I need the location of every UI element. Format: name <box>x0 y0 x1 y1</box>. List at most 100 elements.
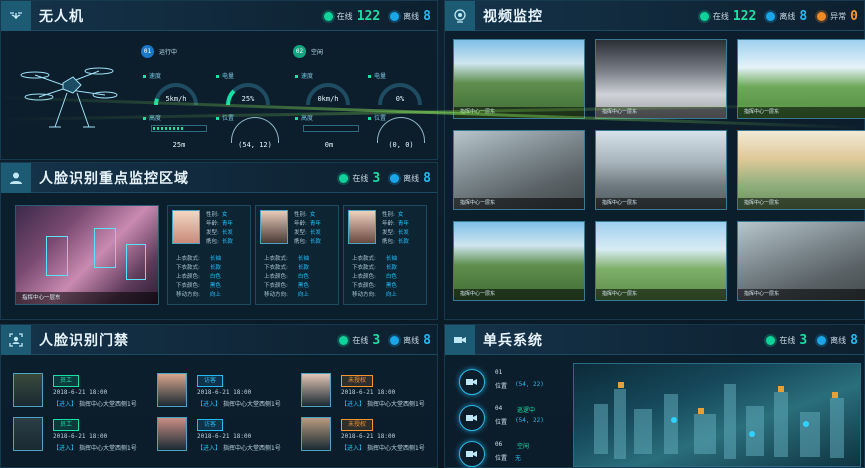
offline-count: 8 <box>423 332 431 348</box>
video-feed[interactable]: 指挥中心一层东 <box>737 221 865 301</box>
access-type-badge: 员工 <box>53 375 80 387</box>
dashboard: 无人机 在线 122 离线 8 01 运行中 02 空闲 速度 电量 5km/h… <box>0 0 865 468</box>
access-location: 【进入】 指挥中心大堂西侧1号 <box>341 445 425 452</box>
video-caption: 指挥中心一层东 <box>596 198 726 209</box>
offline-label: 离线 <box>403 335 420 345</box>
face-portrait <box>348 210 376 244</box>
soldier-position-label: 位置 <box>495 383 508 390</box>
video-header: 视频监控 在线 122 离线 8 异常 0 <box>445 0 864 31</box>
online-count: 3 <box>799 332 808 348</box>
soldier-unit[interactable]: 06 空闲 位置 无 <box>455 437 567 468</box>
person-cloth-attr: 下衣颜色: 黑色 <box>264 283 309 289</box>
video-caption: 指挥中心一层东 <box>738 198 865 209</box>
access-entry[interactable]: 访客 2018-6-21 18:00 【进入】 指挥中心大堂西侧1号 <box>157 417 297 457</box>
access-time: 2018-6-21 18:00 <box>341 389 396 396</box>
face-zone-panel: 人脸识别重点监控区域 在线 3 离线 8 指挥中心一层东 性别: 女年龄: 青年发型: 长… <box>0 162 438 320</box>
person-cloth-attr: 上衣颜色: 白色 <box>176 274 221 280</box>
video-caption: 指挥中心一层东 <box>596 289 726 300</box>
video-feed[interactable]: 指挥中心一层东 <box>595 221 727 301</box>
offline-label: 离线 <box>403 173 420 183</box>
person-attr: 发型: 长发 <box>206 230 233 236</box>
soldier-panel: 单兵系统 在线 3 离线 8 01 位置 (54, 22) 04 巡逻中 位置 (5… <box>444 324 865 468</box>
soldier-unit[interactable]: 04 巡逻中 位置 (54, 22) <box>455 401 567 435</box>
height-bar <box>151 125 207 132</box>
person-cloth-attr: 上衣款式: 长袖 <box>176 256 221 262</box>
speed-value: 0km/h <box>317 95 339 103</box>
face-zone-header: 人脸识别重点监控区域 在线 3 离线 8 <box>1 162 437 193</box>
access-type-badge: 访客 <box>197 375 224 387</box>
abnormal-label: 异常 <box>830 11 847 21</box>
video-panel: 视频监控 在线 122 离线 8 异常 0 指挥中心一层东 指挥中心一层东 指挥中心一… <box>444 0 865 320</box>
soldier-title: 单兵系统 <box>483 332 543 349</box>
access-entry[interactable]: 员工 2018-6-21 18:00 【进入】 指挥中心大堂西侧1号 <box>13 417 153 457</box>
online-dot-icon <box>699 11 709 21</box>
video-caption: 指挥中心一层东 <box>738 289 865 300</box>
soldier-unit[interactable]: 01 位置 (54, 22) <box>455 365 567 399</box>
person-attr: 携包: 长款 <box>206 239 233 245</box>
soldier-position: 无 <box>515 455 522 462</box>
online-dot-icon <box>339 173 349 183</box>
person-attr: 年龄: 青年 <box>294 221 321 227</box>
online-label: 在线 <box>352 335 369 345</box>
video-feed[interactable]: 指挥中心一层东 <box>595 130 727 210</box>
abnormal-dot-icon <box>817 11 827 21</box>
access-location: 【进入】 指挥中心大堂西侧1号 <box>197 401 281 408</box>
access-panel: 人脸识别门禁 在线 3 离线 8 员工 2018-6-21 18:00 【进入】 指… <box>0 324 438 468</box>
access-entry[interactable]: 员工 2018-6-21 18:00 【进入】 指挥中心大堂西侧1号 <box>13 373 153 413</box>
person-cloth-attr: 上衣颜色: 白色 <box>264 274 309 280</box>
battery-value: 0% <box>395 95 405 103</box>
offline-count: 8 <box>423 170 431 186</box>
person-card[interactable]: 性别: 女年龄: 青年 发型: 长发 携包: 长款 上衣款式: 长袖 下衣款式: 长款 上衣颜色: 白色… <box>343 205 427 305</box>
visitor-photo <box>157 373 187 407</box>
person-attr: 携包: 长款 <box>382 239 409 245</box>
person-cloth-attr: 下衣款式: 长款 <box>352 265 397 271</box>
online-label: 在线 <box>779 335 796 345</box>
access-entry[interactable]: 未授权 2018-6-21 18:00 【进入】 指挥中心大堂西侧1号 <box>301 373 441 413</box>
person-cloth-attr: 移动方向: 向上 <box>264 292 309 298</box>
video-caption: 指挥中心一层东 <box>454 289 584 300</box>
video-feed[interactable]: 指挥中心一层东 <box>737 130 865 210</box>
drone-unit-02-id: 02 <box>293 45 306 58</box>
soldier-header: 单兵系统 在线 3 离线 8 <box>445 324 864 355</box>
video-caption: 指挥中心一层东 <box>738 107 865 118</box>
height-value: 0m <box>324 141 334 149</box>
access-time: 2018-6-21 18:00 <box>53 389 108 396</box>
offline-label: 离线 <box>779 11 796 21</box>
person-cloth-attr: 下衣颜色: 黑色 <box>176 283 221 289</box>
video-feed[interactable]: 指挥中心一层东 <box>453 130 585 210</box>
drone-unit-01[interactable]: 01 运行中 <box>141 45 177 58</box>
offline-count: 8 <box>850 332 858 348</box>
soldier-id: 06 <box>495 441 503 448</box>
soldier-position-label: 位置 <box>495 419 508 426</box>
access-time: 2018-6-21 18:00 <box>341 433 396 440</box>
access-type-badge: 访客 <box>197 419 224 431</box>
position-value: (0, 0) <box>388 141 414 149</box>
drone-unit-02[interactable]: 02 空闲 <box>293 45 323 58</box>
visitor-photo <box>13 373 43 407</box>
access-entry[interactable]: 未授权 2018-6-21 18:00 【进入】 指挥中心大堂西侧1号 <box>301 417 441 457</box>
video-feed[interactable]: 指挥中心一层东 <box>453 39 585 119</box>
person-attr: 性别: 女 <box>294 212 316 218</box>
online-dot-icon <box>339 335 349 345</box>
soldier-camera-icon <box>459 441 485 467</box>
crowd-camera-view[interactable]: 指挥中心一层东 <box>15 205 159 305</box>
city-3d-map[interactable] <box>573 363 861 467</box>
soldier-position: (54, 22) <box>515 417 544 424</box>
drone-panel-title: 无人机 <box>39 8 84 25</box>
height-bar <box>303 125 359 132</box>
soldier-status: 巡逻中 <box>517 407 536 414</box>
access-location: 【进入】 指挥中心大堂西侧1号 <box>53 445 137 452</box>
face-scan-icon <box>1 324 31 355</box>
person-icon <box>1 162 31 193</box>
person-card[interactable]: 性别: 女年龄: 青年 发型: 长发 携包: 长款 上衣款式: 长袖 下衣款式: 长款 上衣颜色: 白色… <box>167 205 251 305</box>
person-cloth-attr: 上衣款式: 长袖 <box>352 256 397 262</box>
video-feed[interactable]: 指挥中心一层东 <box>453 221 585 301</box>
position-value: (54, 12) <box>238 141 272 149</box>
person-card[interactable]: 性别: 女年龄: 青年 发型: 长发 携包: 长款 上衣款式: 长袖 下衣款式: 长款 上衣颜色: 白色… <box>255 205 339 305</box>
online-count: 122 <box>356 8 381 24</box>
person-attr: 性别: 女 <box>206 212 228 218</box>
person-cloth-attr: 移动方向: 向上 <box>176 292 221 298</box>
position-radar <box>231 117 279 143</box>
access-entry[interactable]: 访客 2018-6-21 18:00 【进入】 指挥中心大堂西侧1号 <box>157 373 297 413</box>
visitor-photo <box>13 417 43 451</box>
